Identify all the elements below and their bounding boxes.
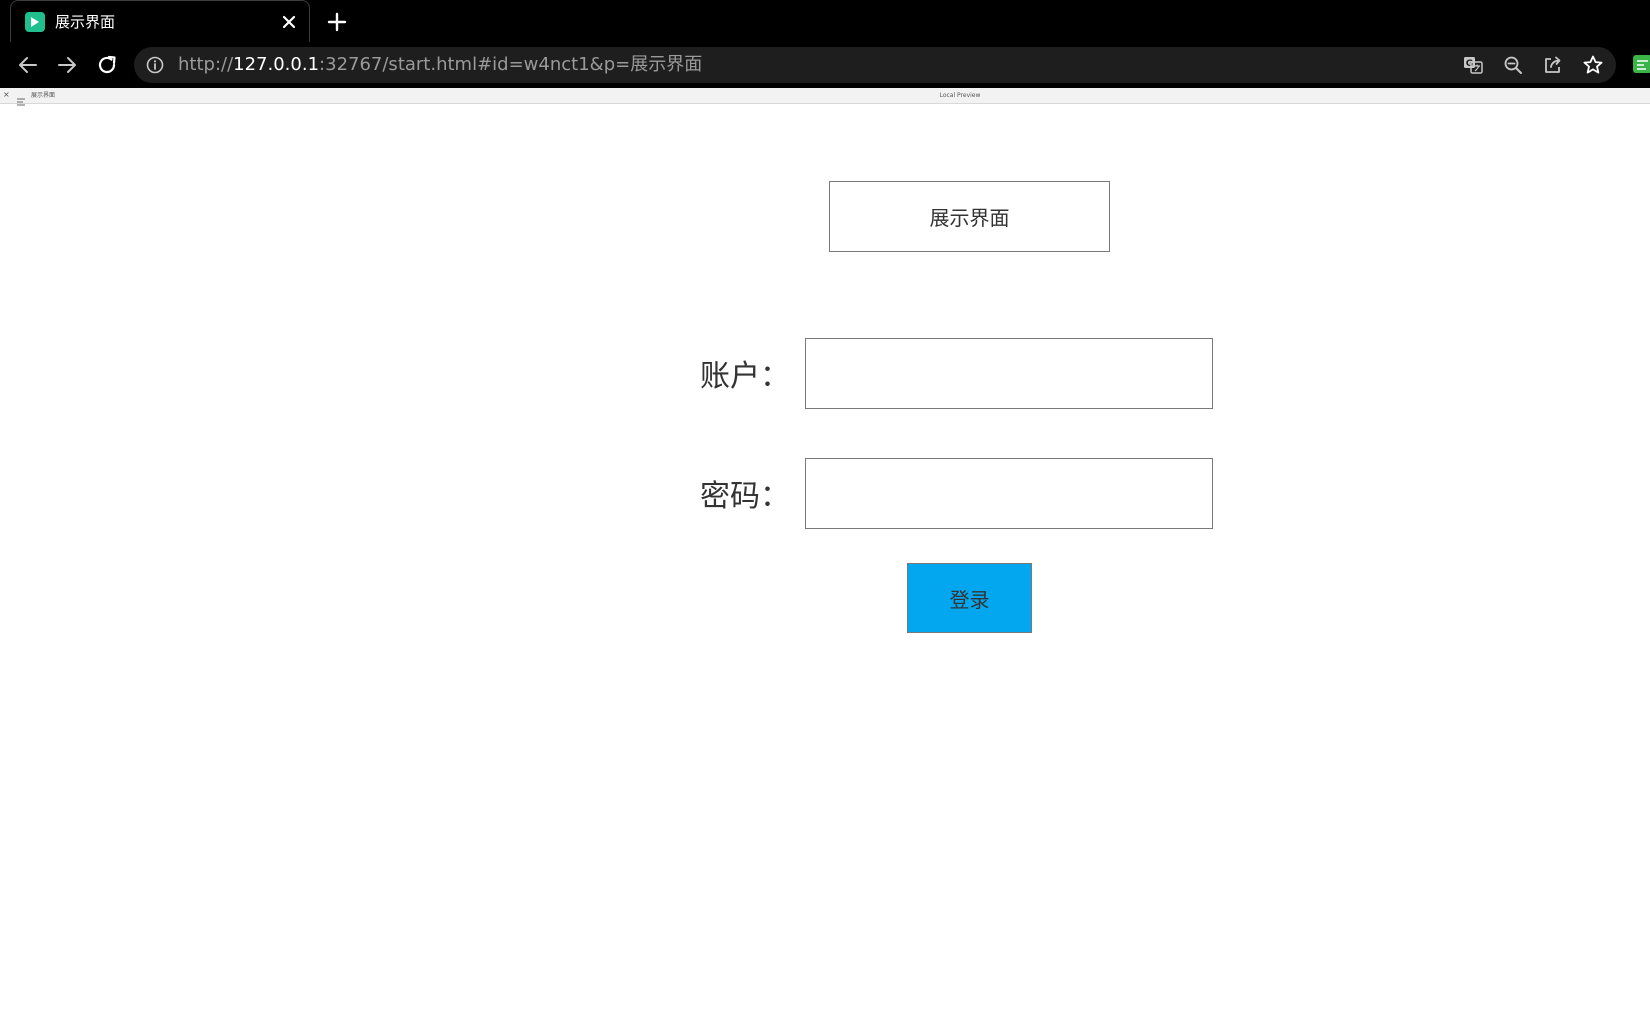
plus-icon[interactable] — [326, 11, 348, 33]
account-label: 账户： — [700, 359, 790, 394]
play-icon — [25, 12, 45, 32]
login-button[interactable]: 登录 — [907, 563, 1032, 633]
address-bar[interactable]: http://127.0.0.1:32767/start.html#id=w4n… — [134, 47, 1616, 83]
preview-page-name[interactable]: 展示界面 — [31, 91, 55, 100]
browser-toolbar: http://127.0.0.1:32767/start.html#id=w4n… — [0, 42, 1650, 88]
share-icon[interactable] — [1542, 54, 1564, 76]
zoom-out-icon[interactable] — [1502, 54, 1524, 76]
preview-toolbar: × 展示界面 Local Preview — [0, 88, 1650, 106]
arrow-left-icon[interactable] — [16, 53, 40, 77]
translate-icon[interactable]: G — [1462, 54, 1484, 76]
close-icon[interactable]: × — [3, 90, 10, 100]
star-icon[interactable] — [1582, 54, 1604, 76]
reload-icon[interactable] — [95, 53, 119, 77]
url-scheme: http:// — [178, 54, 234, 75]
preview-title: Local Preview — [939, 92, 981, 99]
browser-tab-bar: 展示界面 — [0, 0, 1650, 42]
close-icon[interactable] — [279, 12, 299, 32]
menu-icon[interactable] — [17, 91, 25, 106]
page-title: 展示界面 — [829, 181, 1110, 252]
url-host: 127.0.0.1 — [233, 54, 320, 75]
svg-text:G: G — [1466, 59, 1473, 69]
extension-icon[interactable] — [1632, 53, 1650, 75]
password-label: 密码： — [700, 479, 790, 514]
browser-tab[interactable]: 展示界面 — [10, 0, 310, 42]
arrow-right-icon[interactable] — [55, 53, 79, 77]
info-icon[interactable] — [146, 56, 164, 74]
account-input[interactable] — [805, 338, 1213, 409]
url-path: :32767/start.html#id=w4nct1&p=展示界面 — [319, 54, 703, 75]
tab-title: 展示界面 — [55, 13, 116, 31]
url-text[interactable]: http://127.0.0.1:32767/start.html#id=w4n… — [178, 54, 702, 76]
password-input[interactable] — [805, 458, 1213, 529]
